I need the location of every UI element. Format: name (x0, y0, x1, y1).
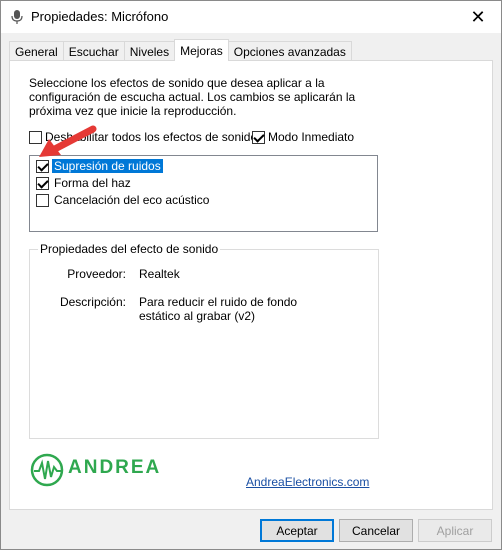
provider-label: Proveedor: (67, 267, 126, 281)
andrea-logo: ANDREA (30, 451, 180, 491)
list-item[interactable]: Cancelación del eco acústico (36, 192, 211, 208)
close-icon: ✕ (470, 6, 486, 27)
microphone-icon (11, 10, 23, 24)
list-item[interactable]: Supresión de ruidos (36, 158, 163, 174)
disable-all-checkbox-box[interactable] (29, 130, 42, 144)
enhancements-panel: Seleccione los efectos de sonido que des… (9, 60, 493, 510)
immediate-mode-label: Modo Inmediato (268, 130, 355, 144)
andrea-website-link[interactable]: AndreaElectronics.com (246, 475, 369, 489)
provider-value: Realtek (139, 267, 180, 281)
tab-opciones-avanzadas[interactable]: Opciones avanzadas (227, 41, 352, 61)
immediate-mode-checkbox-box[interactable] (252, 130, 265, 144)
effect-checkbox[interactable] (36, 176, 49, 190)
tab-niveles[interactable]: Niveles (123, 41, 176, 61)
effect-properties-group: Propiedades del efecto de sonido Proveed… (29, 242, 379, 439)
tab-general[interactable]: General (9, 41, 64, 61)
effects-list: Supresión de ruidos Forma del haz Cancel… (29, 155, 378, 232)
description-value: Para reducir el ruido de fondo estático … (139, 295, 298, 323)
title-bar: Propiedades: Micrófono ✕ (1, 1, 501, 33)
effect-label: Cancelación del eco acústico (54, 193, 210, 207)
window-title: Propiedades: Micrófono (31, 9, 169, 24)
list-item[interactable]: Forma del haz (36, 175, 133, 191)
effect-label: Supresión de ruidos (52, 159, 163, 173)
tab-escuchar[interactable]: Escuchar (62, 41, 125, 61)
effect-checkbox[interactable] (36, 193, 49, 207)
andrea-logo-text: ANDREA (68, 457, 162, 478)
accept-button[interactable]: Aceptar (260, 519, 334, 542)
description-text: Seleccione los efectos de sonido que des… (29, 76, 356, 118)
close-button[interactable]: ✕ (455, 1, 501, 33)
immediate-mode-checkbox[interactable]: Modo Inmediato (252, 129, 354, 145)
apply-button[interactable]: Aplicar (418, 519, 492, 542)
effect-checkbox[interactable] (36, 159, 49, 173)
group-legend: Propiedades del efecto de sonido (38, 242, 221, 256)
tab-mejoras[interactable]: Mejoras (174, 39, 229, 61)
disable-all-label: Deshabilitar todos los efectos de sonido (45, 130, 258, 144)
tab-bar: General Escuchar Niveles Mejoras Opcione… (9, 39, 352, 61)
effect-label: Forma del haz (54, 176, 131, 190)
andrea-logo-icon (30, 453, 64, 487)
description-label: Descripción: (59, 295, 126, 309)
disable-all-effects-checkbox[interactable]: Deshabilitar todos los efectos de sonido (29, 129, 257, 145)
properties-dialog: Propiedades: Micrófono ✕ General Escucha… (0, 0, 502, 550)
cancel-button[interactable]: Cancelar (339, 519, 413, 542)
